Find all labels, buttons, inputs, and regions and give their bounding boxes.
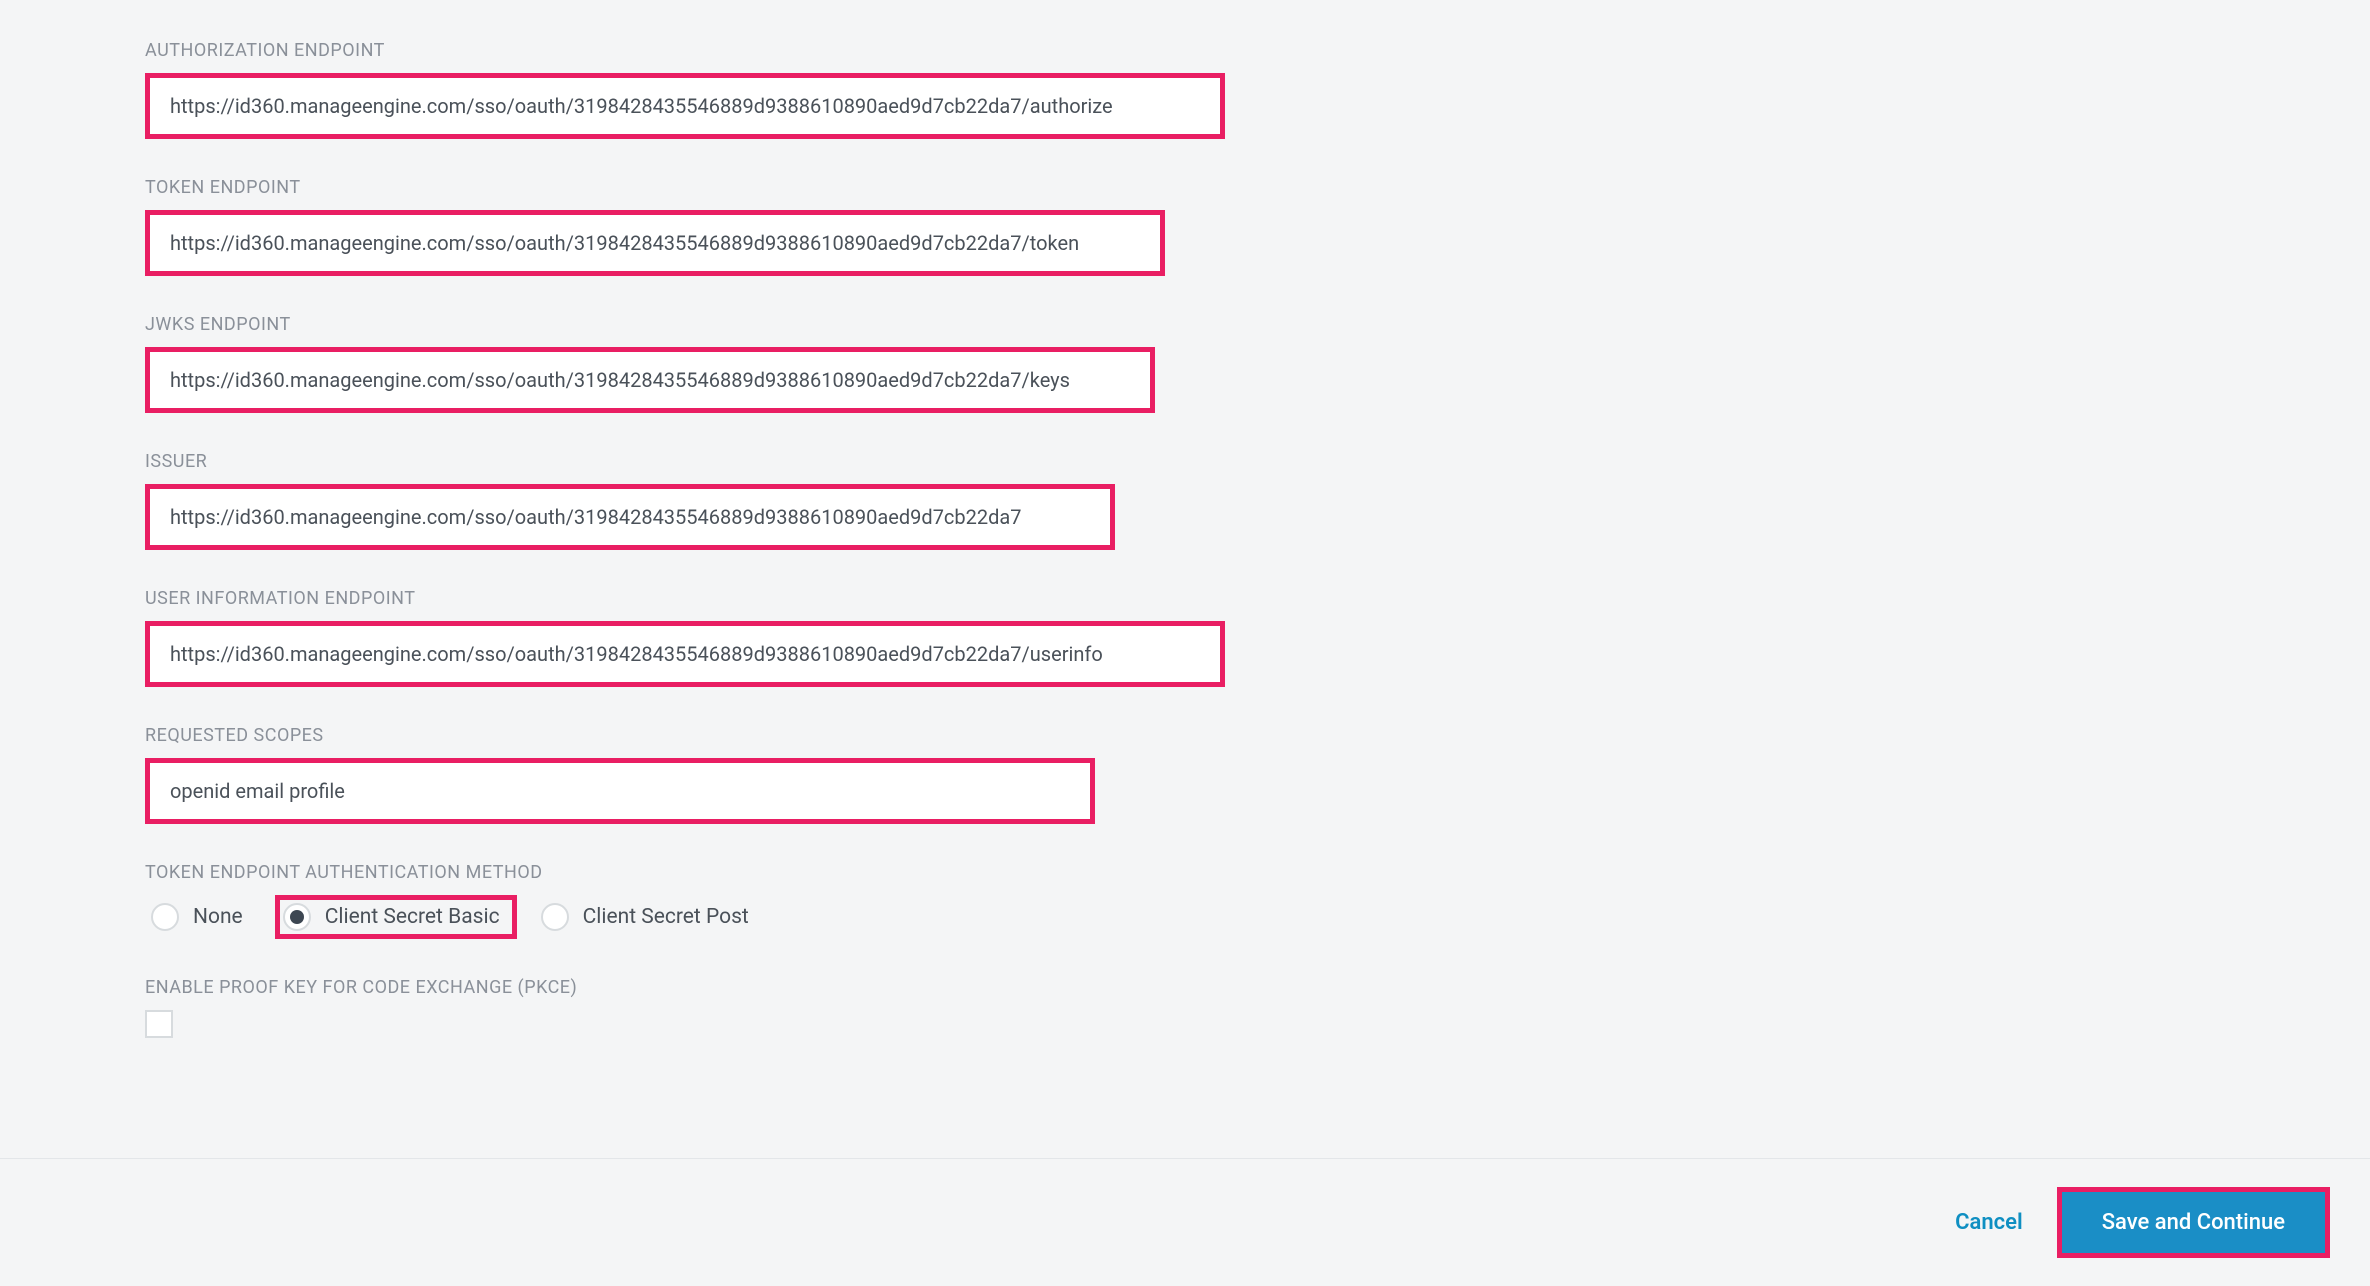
jwks-endpoint-field: JWKS ENDPOINT xyxy=(145,314,2370,413)
issuer-input[interactable] xyxy=(150,489,1110,545)
highlight-box xyxy=(145,347,1155,413)
radio-icon xyxy=(151,903,179,931)
highlight-box xyxy=(145,758,1095,824)
jwks-endpoint-input[interactable] xyxy=(150,352,1150,408)
highlight-box xyxy=(145,621,1225,687)
radio-label-none: None xyxy=(193,905,243,929)
authorization-endpoint-label: AUTHORIZATION ENDPOINT xyxy=(145,40,2370,61)
scopes-input[interactable] xyxy=(150,763,1090,819)
authorization-endpoint-input[interactable] xyxy=(150,78,1220,134)
token-endpoint-label: TOKEN ENDPOINT xyxy=(145,177,2370,198)
pkce-checkbox[interactable] xyxy=(145,1010,173,1038)
auth-method-field: TOKEN ENDPOINT AUTHENTICATION METHOD Non… xyxy=(145,862,2370,939)
scopes-label: REQUESTED SCOPES xyxy=(145,725,2370,746)
issuer-label: ISSUER xyxy=(145,451,2370,472)
issuer-field: ISSUER xyxy=(145,451,2370,550)
form-footer: Cancel Save and Continue xyxy=(0,1158,2370,1286)
auth-method-option-post[interactable]: Client Secret Post xyxy=(535,897,763,937)
pkce-label: ENABLE PROOF KEY FOR CODE EXCHANGE (PKCE… xyxy=(145,977,2370,998)
radio-label-post: Client Secret Post xyxy=(583,905,749,929)
userinfo-endpoint-field: USER INFORMATION ENDPOINT xyxy=(145,588,2370,687)
token-endpoint-input[interactable] xyxy=(150,215,1160,271)
jwks-endpoint-label: JWKS ENDPOINT xyxy=(145,314,2370,335)
highlight-box xyxy=(145,484,1115,550)
auth-method-option-none[interactable]: None xyxy=(145,897,257,937)
scopes-field: REQUESTED SCOPES xyxy=(145,725,2370,824)
oidc-config-form: AUTHORIZATION ENDPOINT TOKEN ENDPOINT JW… xyxy=(0,0,2370,1038)
auth-method-radio-group: None Client Secret Basic Client Secret P… xyxy=(145,895,2370,939)
userinfo-endpoint-label: USER INFORMATION ENDPOINT xyxy=(145,588,2370,609)
radio-label-basic: Client Secret Basic xyxy=(325,905,500,929)
cancel-button[interactable]: Cancel xyxy=(1955,1210,2023,1235)
token-endpoint-field: TOKEN ENDPOINT xyxy=(145,177,2370,276)
radio-icon xyxy=(283,903,311,931)
save-continue-button[interactable]: Save and Continue xyxy=(2062,1192,2325,1253)
userinfo-endpoint-input[interactable] xyxy=(150,626,1220,682)
highlight-box: Save and Continue xyxy=(2057,1187,2330,1258)
auth-method-option-basic[interactable]: Client Secret Basic xyxy=(275,895,517,939)
highlight-box xyxy=(145,73,1225,139)
authorization-endpoint-field: AUTHORIZATION ENDPOINT xyxy=(145,40,2370,139)
auth-method-label: TOKEN ENDPOINT AUTHENTICATION METHOD xyxy=(145,862,2370,883)
pkce-field: ENABLE PROOF KEY FOR CODE EXCHANGE (PKCE… xyxy=(145,977,2370,1038)
highlight-box xyxy=(145,210,1165,276)
radio-icon xyxy=(541,903,569,931)
